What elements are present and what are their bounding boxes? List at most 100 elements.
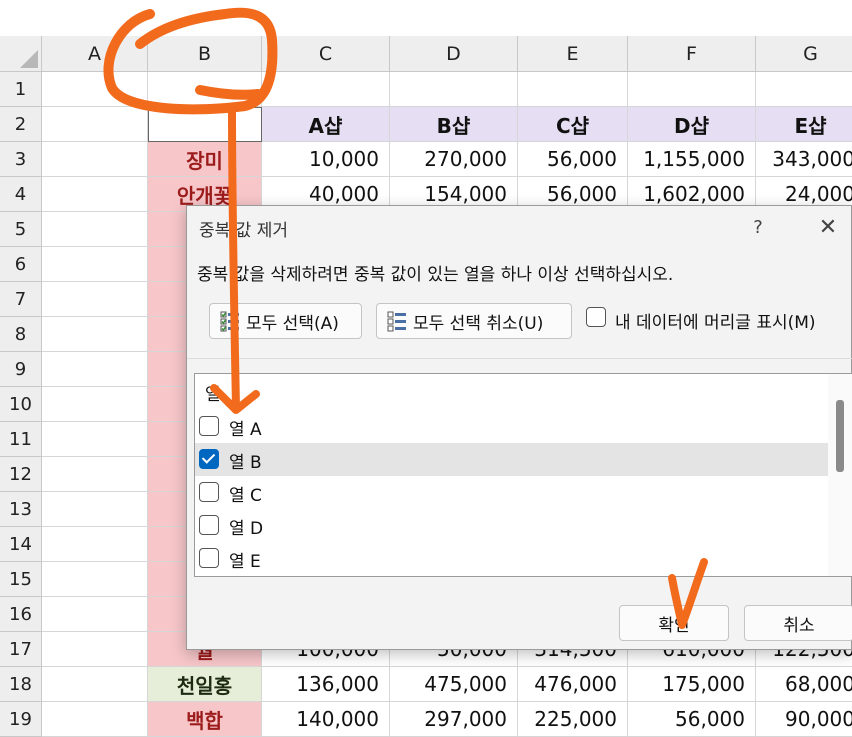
shop-header-cell[interactable]: A샵 (262, 107, 390, 142)
value-cell[interactable]: 10,000 (262, 142, 390, 177)
column-header-c[interactable]: C (262, 36, 390, 72)
row-header-16[interactable]: 16 (0, 597, 42, 632)
cancel-button[interactable]: 취소 (744, 605, 852, 641)
cell[interactable] (148, 72, 262, 107)
shop-header-cell[interactable]: E샵 (756, 107, 852, 142)
column-list[interactable]: 열 열 A 열 B 열 C 열 D 열 E (194, 373, 852, 577)
cell[interactable] (42, 352, 148, 387)
row-header-15[interactable]: 15 (0, 562, 42, 597)
cell[interactable] (262, 72, 390, 107)
shop-header-cell[interactable]: D샵 (628, 107, 756, 142)
flower-name-cell[interactable]: 천일홍 (148, 667, 262, 702)
shop-header-cell[interactable]: B샵 (390, 107, 518, 142)
row-header-2[interactable]: 2 (0, 107, 42, 142)
row-header-13[interactable]: 13 (0, 492, 42, 527)
cell[interactable] (42, 142, 148, 177)
cell[interactable] (756, 72, 852, 107)
scrollbar-thumb[interactable] (836, 400, 844, 472)
flower-name-cell[interactable]: 백합 (148, 702, 262, 737)
column-list-item[interactable]: 열 A (195, 410, 828, 443)
cell[interactable] (42, 247, 148, 282)
cell[interactable] (42, 212, 148, 247)
value-cell[interactable]: 136,000 (262, 667, 390, 702)
column-list-scrollbar[interactable] (828, 374, 852, 576)
flower-name-cell[interactable]: 장미 (148, 142, 262, 177)
select-all-corner[interactable] (0, 36, 42, 72)
cell[interactable] (42, 527, 148, 562)
cell[interactable] (42, 457, 148, 492)
cell[interactable] (42, 597, 148, 632)
value-cell[interactable]: 140,000 (262, 702, 390, 737)
value-cell[interactable]: 56,000 (628, 702, 756, 737)
cell[interactable] (42, 667, 148, 702)
column-list-item[interactable]: 열 E (195, 542, 828, 575)
row-header-1[interactable]: 1 (0, 72, 42, 107)
cell[interactable] (42, 702, 148, 737)
value-cell[interactable]: 175,000 (628, 667, 756, 702)
has-headers-checkbox[interactable] (586, 307, 606, 327)
cell[interactable] (42, 317, 148, 352)
value-cell[interactable]: 343,000 (756, 142, 852, 177)
cell[interactable] (42, 387, 148, 422)
value-cell[interactable]: 475,000 (390, 667, 518, 702)
select-all-button[interactable]: 모두 선택(A) (209, 303, 362, 339)
cell[interactable] (42, 177, 148, 212)
dialog-title: 중복 값 제거 (199, 221, 289, 241)
close-icon[interactable]: ✕ (813, 212, 843, 242)
row-header-7[interactable]: 7 (0, 282, 42, 317)
cancel-label: 취소 (783, 615, 815, 636)
column-checkbox[interactable] (199, 548, 219, 568)
row-header-12[interactable]: 12 (0, 457, 42, 492)
ok-button[interactable]: 확인 (619, 605, 729, 641)
cell[interactable] (148, 107, 262, 142)
value-cell[interactable]: 1,155,000 (628, 142, 756, 177)
row-header-3[interactable]: 3 (0, 142, 42, 177)
column-header-e[interactable]: E (518, 36, 628, 72)
row-header-5[interactable]: 5 (0, 212, 42, 247)
value-cell[interactable]: 476,000 (518, 667, 628, 702)
column-header-d[interactable]: D (390, 36, 518, 72)
cell[interactable] (390, 72, 518, 107)
cell[interactable] (42, 282, 148, 317)
ok-label: 확인 (658, 615, 690, 636)
row-header-18[interactable]: 18 (0, 667, 42, 702)
column-header-g[interactable]: G (756, 36, 852, 72)
value-cell[interactable]: 68,000 (756, 667, 852, 702)
cell[interactable] (42, 422, 148, 457)
column-checkbox[interactable] (199, 482, 219, 502)
row-header-6[interactable]: 6 (0, 247, 42, 282)
value-cell[interactable]: 297,000 (390, 702, 518, 737)
cell[interactable] (42, 72, 148, 107)
row-header-19[interactable]: 19 (0, 702, 42, 737)
row-header-17[interactable]: 17 (0, 632, 42, 667)
value-cell[interactable]: 225,000 (518, 702, 628, 737)
column-list-item[interactable]: 열 C (195, 476, 828, 509)
row-header-10[interactable]: 10 (0, 387, 42, 422)
ribbon-edge (0, 0, 852, 36)
row-header-14[interactable]: 14 (0, 527, 42, 562)
row-header-9[interactable]: 9 (0, 352, 42, 387)
column-checkbox[interactable] (199, 449, 219, 469)
cell[interactable] (42, 107, 148, 142)
value-cell[interactable]: 56,000 (518, 142, 628, 177)
row-header-11[interactable]: 11 (0, 422, 42, 457)
column-list-item[interactable]: 열 D (195, 509, 828, 542)
cell[interactable] (628, 72, 756, 107)
row-header-4[interactable]: 4 (0, 177, 42, 212)
row-header-8[interactable]: 8 (0, 317, 42, 352)
help-icon[interactable]: ? (743, 212, 773, 242)
column-header-f[interactable]: F (628, 36, 756, 72)
unselect-all-button[interactable]: 모두 선택 취소(U) (376, 303, 572, 339)
column-checkbox[interactable] (199, 416, 219, 436)
cell[interactable] (42, 492, 148, 527)
column-header-b[interactable]: B (148, 36, 262, 72)
shop-header-cell[interactable]: C샵 (518, 107, 628, 142)
column-checkbox[interactable] (199, 515, 219, 535)
cell[interactable] (42, 562, 148, 597)
column-list-item[interactable]: 열 B (195, 443, 828, 476)
value-cell[interactable]: 90,000 (756, 702, 852, 737)
column-header-a[interactable]: A (42, 36, 148, 72)
cell[interactable] (518, 72, 628, 107)
value-cell[interactable]: 270,000 (390, 142, 518, 177)
cell[interactable] (42, 632, 148, 667)
